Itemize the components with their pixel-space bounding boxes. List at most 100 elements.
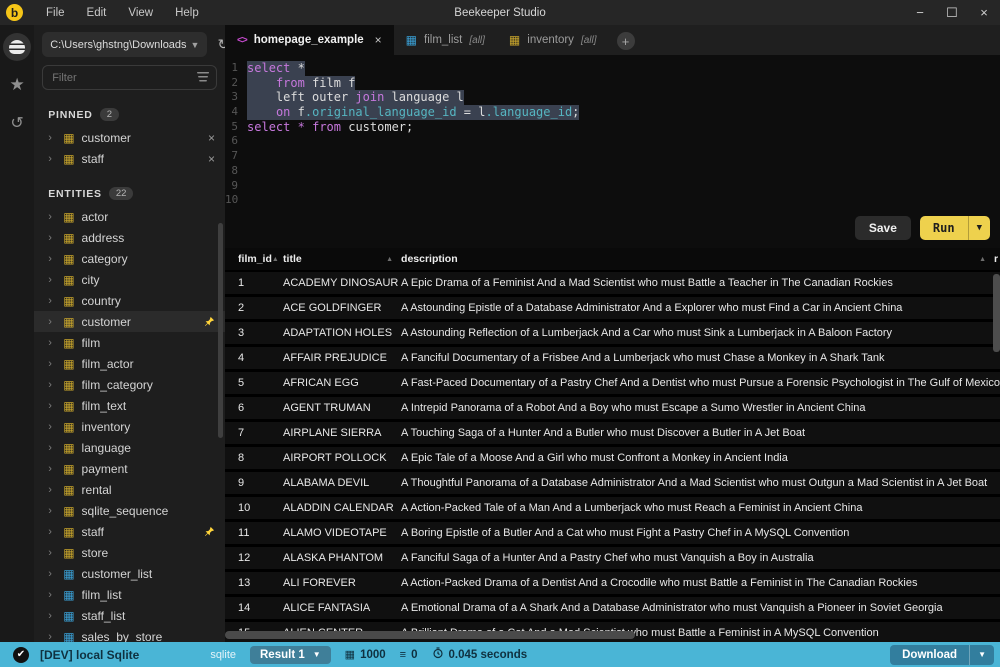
entity-item-film_list[interactable]: ›▦film_list — [34, 584, 225, 605]
cell-title[interactable]: ALI FOREVER — [283, 577, 401, 589]
chevron-right-icon[interactable]: › — [48, 463, 56, 475]
chevron-right-icon[interactable]: › — [48, 316, 56, 328]
table-row[interactable]: 1ACADEMY DINOSAURA Epic Drama of a Femin… — [225, 272, 1000, 294]
chevron-right-icon[interactable]: › — [48, 153, 56, 165]
cell-description[interactable]: A Epic Drama of a Feminist And a Mad Sci… — [401, 277, 1000, 289]
cell-film-id[interactable]: 8 — [225, 452, 283, 464]
cell-film-id[interactable]: 2 — [225, 302, 283, 314]
table-row[interactable]: 8AIRPORT POLLOCKA Epic Tale of a Moose A… — [225, 447, 1000, 469]
tab-homepage-example[interactable]: <> homepage_example × — [225, 25, 394, 55]
cell-film-id[interactable]: 1 — [225, 277, 283, 289]
cell-title[interactable]: ALABAMA DEVIL — [283, 477, 401, 489]
chevron-right-icon[interactable]: › — [48, 631, 56, 643]
chevron-right-icon[interactable]: › — [48, 568, 56, 580]
unpin-icon[interactable]: × — [208, 131, 215, 145]
table-row[interactable]: 13ALI FOREVERA Action-Packed Drama of a … — [225, 572, 1000, 594]
menu-file[interactable]: File — [37, 4, 74, 22]
cell-title[interactable]: ALASKA PHANTOM — [283, 552, 401, 564]
cell-description[interactable]: A Thoughtful Panorama of a Database Admi… — [401, 477, 1000, 489]
chevron-right-icon[interactable]: › — [48, 505, 56, 517]
entity-item-inventory[interactable]: ›▦inventory — [34, 416, 225, 437]
pinned-section-header[interactable]: PINNED 2 — [34, 104, 225, 127]
cell-title[interactable]: AIRPLANE SIERRA — [283, 427, 401, 439]
table-row[interactable]: 3ADAPTATION HOLESA Astounding Reflection… — [225, 322, 1000, 344]
table-row[interactable]: 6AGENT TRUMANA Intrepid Panorama of a Ro… — [225, 397, 1000, 419]
chevron-right-icon[interactable]: › — [48, 484, 56, 496]
connection-status-icon[interactable]: ✔ — [13, 647, 29, 663]
cell-film-id[interactable]: 3 — [225, 327, 283, 339]
entities-section-header[interactable]: ENTITIES 22 — [34, 183, 225, 206]
minimize-icon[interactable]: − — [904, 0, 936, 25]
chevron-right-icon[interactable]: › — [48, 232, 56, 244]
chevron-right-icon[interactable]: › — [48, 253, 56, 265]
cell-description[interactable]: A Fanciful Saga of a Hunter And a Pastry… — [401, 552, 1000, 564]
chevron-right-icon[interactable]: › — [48, 211, 56, 223]
sidebar-scrollbar[interactable] — [218, 223, 223, 438]
menu-edit[interactable]: Edit — [78, 4, 116, 22]
cell-description[interactable]: A Action-Packed Drama of a Dentist And a… — [401, 577, 1000, 589]
unpin-icon[interactable]: × — [208, 152, 215, 166]
chevron-right-icon[interactable]: › — [48, 379, 56, 391]
run-options-caret-icon[interactable]: ▼ — [968, 216, 990, 240]
column-header-title[interactable]: title▲ — [283, 253, 401, 265]
cell-title[interactable]: ACE GOLDFINGER — [283, 302, 401, 314]
cell-title[interactable]: ALAMO VIDEOTAPE — [283, 527, 401, 539]
table-row[interactable]: 2ACE GOLDFINGERA Astounding Epistle of a… — [225, 297, 1000, 319]
tab-film-list[interactable]: ▦ film_list [all] — [394, 25, 497, 55]
sql-editor[interactable]: 1select *2 from film f3 left outer join … — [225, 55, 1000, 248]
pin-icon[interactable] — [204, 316, 215, 327]
entity-item-store[interactable]: ›▦store — [34, 542, 225, 563]
save-button[interactable]: Save — [855, 216, 911, 240]
cell-title[interactable]: ACADEMY DINOSAUR — [283, 277, 401, 289]
entity-item-customer[interactable]: ›▦customer — [34, 311, 225, 332]
sort-icon[interactable]: ▲ — [386, 256, 393, 263]
cell-film-id[interactable]: 5 — [225, 377, 283, 389]
cell-description[interactable]: A Emotional Drama of a A Shark And a Dat… — [401, 602, 1000, 614]
chevron-right-icon[interactable]: › — [48, 610, 56, 622]
sort-icon[interactable]: ▲ — [979, 256, 986, 263]
cell-description[interactable]: A Boring Epistle of a Butler And a Cat w… — [401, 527, 1000, 539]
entity-item-sales_by_store[interactable]: ›▦sales_by_store — [34, 626, 225, 642]
cell-description[interactable]: A Epic Tale of a Moose And a Girl who mu… — [401, 452, 1000, 464]
cell-description[interactable]: A Touching Saga of a Hunter And a Butler… — [401, 427, 1000, 439]
download-label[interactable]: Download — [890, 645, 969, 665]
table-row[interactable]: 4AFFAIR PREJUDICEA Fanciful Documentary … — [225, 347, 1000, 369]
cell-description[interactable]: A Astounding Reflection of a Lumberjack … — [401, 327, 1000, 339]
entity-item-staff[interactable]: ›▦staff — [34, 521, 225, 542]
sort-icon[interactable]: ▲ — [272, 256, 279, 263]
chevron-right-icon[interactable]: › — [48, 337, 56, 349]
pinned-item-customer[interactable]: ›▦customer× — [34, 127, 225, 148]
pinned-item-staff[interactable]: ›▦staff× — [34, 148, 225, 169]
entity-item-film[interactable]: ›▦film — [34, 332, 225, 353]
favorites-tab-icon[interactable]: ★ — [3, 71, 31, 99]
table-row[interactable]: 5AFRICAN EGGA Fast-Paced Documentary of … — [225, 372, 1000, 394]
cell-description[interactable]: A Fast-Paced Documentary of a Pastry Che… — [401, 377, 1000, 389]
close-icon[interactable]: × — [968, 0, 1000, 25]
cell-film-id[interactable]: 13 — [225, 577, 283, 589]
download-options-caret-icon[interactable]: ▼ — [969, 645, 994, 665]
table-row[interactable]: 11ALAMO VIDEOTAPEA Boring Epistle of a B… — [225, 522, 1000, 544]
cell-title[interactable]: AFFAIR PREJUDICE — [283, 352, 401, 364]
new-tab-button[interactable]: + — [617, 32, 635, 50]
entity-item-payment[interactable]: ›▦payment — [34, 458, 225, 479]
pin-icon[interactable] — [204, 526, 215, 537]
entity-item-rental[interactable]: ›▦rental — [34, 479, 225, 500]
cell-film-id[interactable]: 12 — [225, 552, 283, 564]
chevron-right-icon[interactable]: › — [48, 547, 56, 559]
download-button[interactable]: Download ▼ — [890, 645, 994, 665]
results-horizontal-scrollbar[interactable] — [225, 631, 635, 639]
result-selector[interactable]: Result 1 ▼ — [250, 646, 331, 664]
cell-title[interactable]: ALICE FANTASIA — [283, 602, 401, 614]
chevron-right-icon[interactable]: › — [48, 274, 56, 286]
tab-close-icon[interactable]: × — [375, 33, 382, 47]
chevron-right-icon[interactable]: › — [48, 589, 56, 601]
entity-item-actor[interactable]: ›▦actor — [34, 206, 225, 227]
cell-title[interactable]: AIRPORT POLLOCK — [283, 452, 401, 464]
entity-item-staff_list[interactable]: ›▦staff_list — [34, 605, 225, 626]
chevron-right-icon[interactable]: › — [48, 295, 56, 307]
cell-title[interactable]: AFRICAN EGG — [283, 377, 401, 389]
cell-description[interactable]: A Fanciful Documentary of a Frisbee And … — [401, 352, 1000, 364]
entity-item-film_category[interactable]: ›▦film_category — [34, 374, 225, 395]
chevron-right-icon[interactable]: › — [48, 400, 56, 412]
cell-film-id[interactable]: 9 — [225, 477, 283, 489]
